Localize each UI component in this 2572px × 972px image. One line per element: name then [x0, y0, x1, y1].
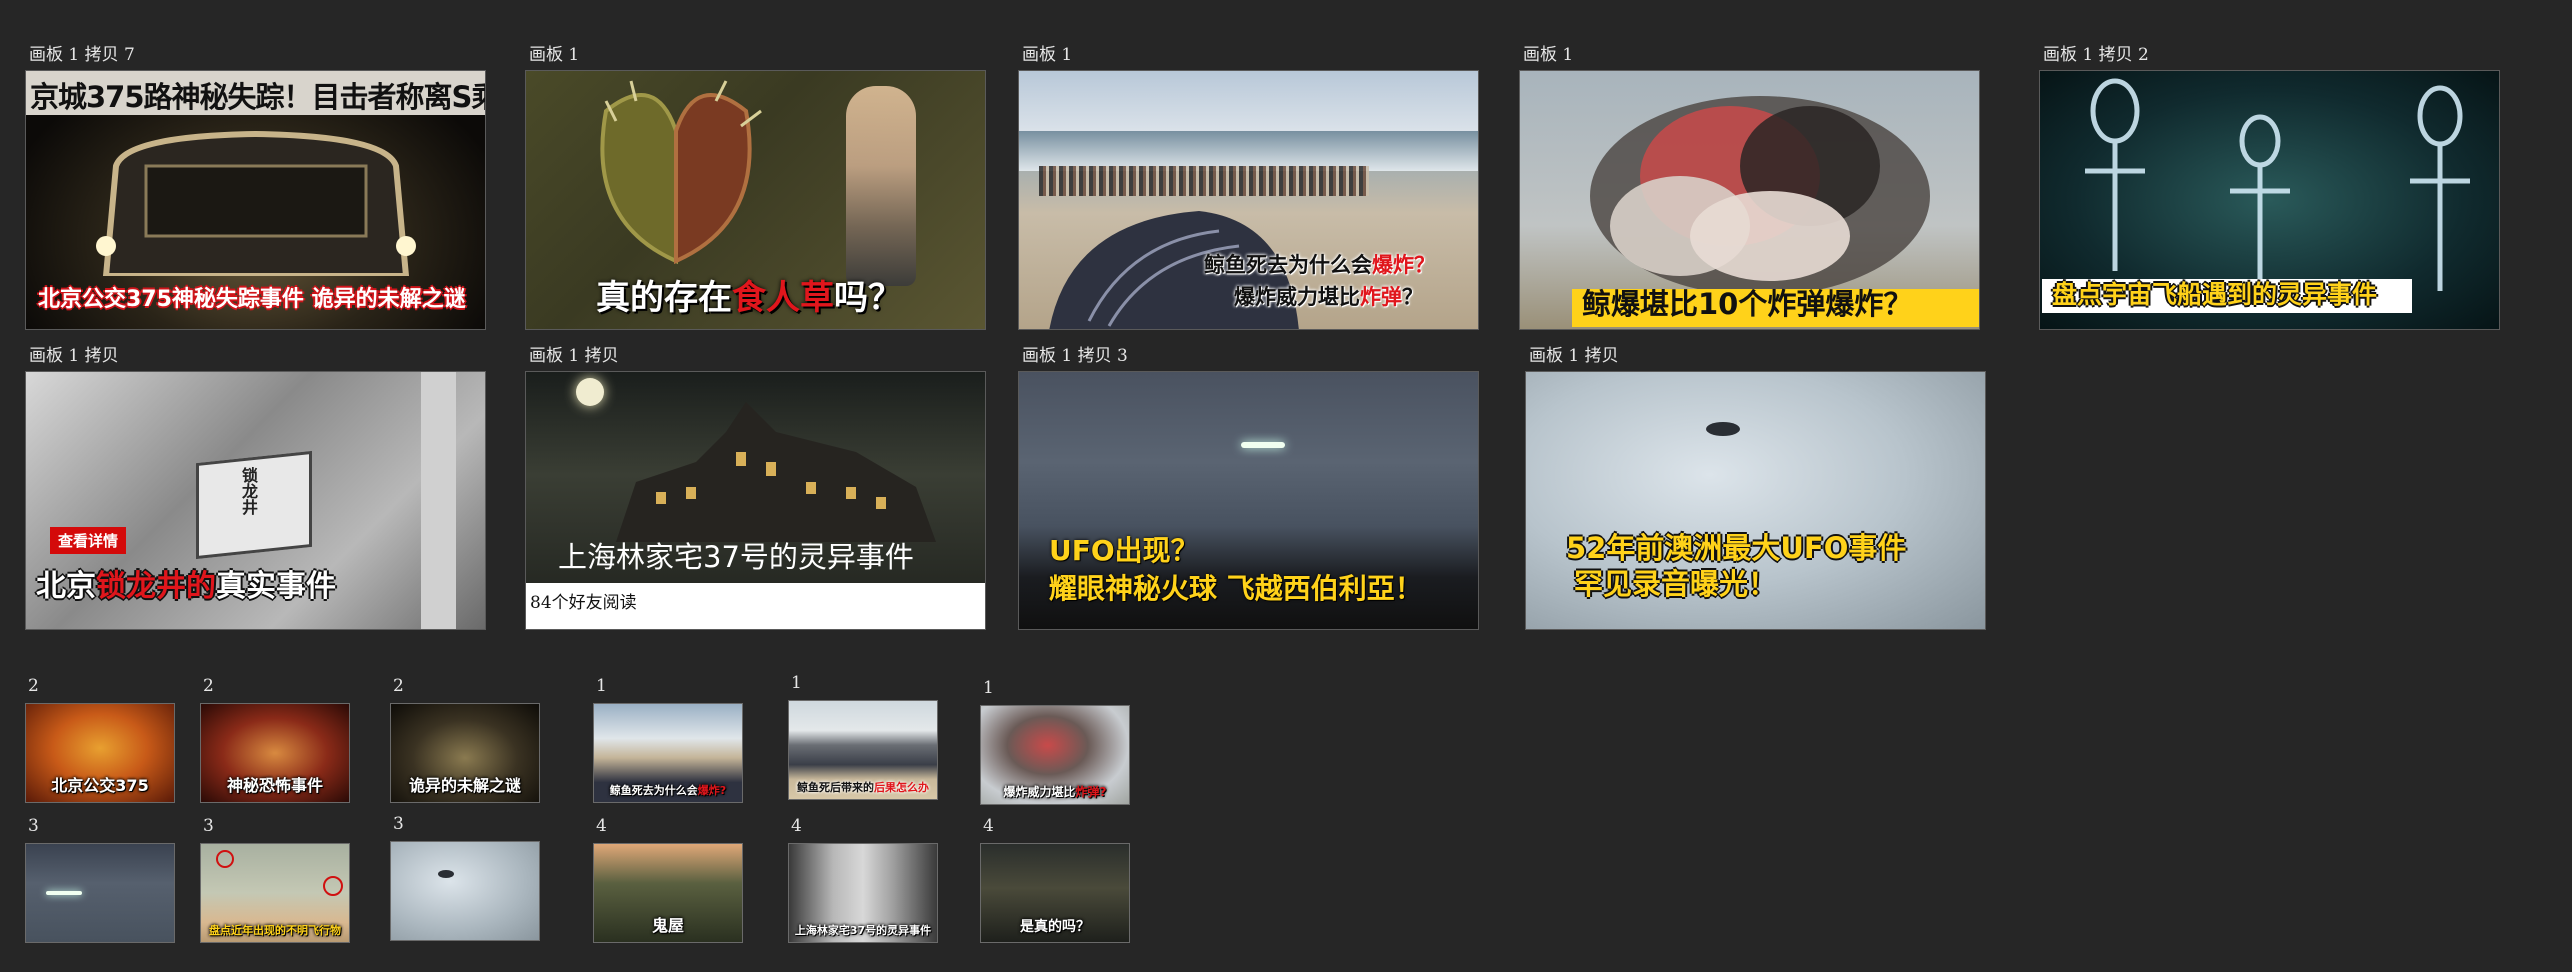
column [421, 372, 456, 629]
artboard-label: 画板 1 拷贝 3 [1022, 346, 1128, 366]
artboard-caption-line2: 爆炸威力堪比炸弹？ [1234, 285, 1423, 309]
artboard-ufo-australia[interactable]: 画板 1 拷贝 52年前澳洲最大UFO事件 罕见录音曝光！ [1525, 346, 1986, 630]
artboard-label: 画板 1 拷贝 7 [29, 45, 135, 65]
thumb-mansion-night[interactable]: 4 是真的吗？ [980, 816, 1130, 943]
artboard-caption: 北京公交375神秘失踪事件 诡异的未解之谜 [38, 287, 466, 312]
thumb-caption: 诡异的未解之谜 [408, 776, 521, 795]
explosion-illustration [1590, 96, 1930, 296]
artboard-label: 画板 1 拷贝 2 [2043, 45, 2149, 65]
thumb-number: 1 [596, 676, 607, 696]
thumb-bus-dark[interactable]: 2 诡异的未解之谜 [390, 676, 540, 803]
artboard-label: 画板 1 [1022, 45, 1073, 65]
thumb-caption: 爆炸威力堪比炸弹? [1003, 785, 1107, 799]
artboard-caption-line1: UFO出现？ [1049, 534, 1199, 567]
thumb-caption: 盘点近年出现的不明飞行物 [209, 924, 341, 937]
artboard-man-eating-plant[interactable]: 画板 1 真的存在食人草吗？ [525, 45, 986, 330]
artboard-image: 鲸鱼死去为什么会爆炸？ 爆炸威力堪比炸弹？ [1018, 70, 1479, 330]
artboard-ufo-siberia[interactable]: 画板 1 拷贝 3 UFO出现？ 耀眼神秘火球 飞越西伯利亞！ [1018, 346, 1479, 630]
stone-sign-text: 锁龙井 [239, 467, 258, 515]
thumb-number: 3 [28, 816, 39, 836]
plant-illustration [600, 80, 762, 265]
friends-read-count: 84个好友阅读 [530, 593, 637, 613]
artboard-spaceship-ghosts[interactable]: 画板 1 拷贝 2 盘点宇宙飞船遇到的灵异事件 [2039, 45, 2500, 330]
artboard-whale-explosion[interactable]: 画板 1 鲸鱼死去为什么会爆炸？ 爆炸威力堪比炸弹？ [1018, 45, 1479, 330]
bus-illustration [96, 130, 416, 276]
thumb-caption: 鲸鱼死后带来的后果怎么办 [797, 781, 929, 794]
thumb-explosion[interactable]: 1 爆炸威力堪比炸弹? [980, 678, 1130, 805]
thumb-caption: 鬼屋 [651, 916, 684, 935]
thumb-number: 1 [791, 673, 802, 693]
artboard-image: 鲸爆堪比10个炸弹爆炸？ [1519, 70, 1980, 330]
thumb-caption: 神秘恐怖事件 [226, 776, 323, 795]
artboard-image: 京城375路神秘失踪！目击者称离S乘车！ 北京公交375神秘失踪事件 诡异的未解… [25, 70, 486, 330]
thumb-number: 4 [791, 816, 802, 836]
thumb-ufo-saucer[interactable]: 3 [390, 814, 540, 941]
woman-figure [846, 86, 916, 286]
thumb-ufo-dome[interactable]: 3 盘点近年出现的不明飞行物 [200, 816, 350, 943]
artboard-image: 锁龙井 查看详情 北京锁龙井的真实事件 [25, 371, 486, 630]
thumb-number: 2 [203, 676, 214, 696]
artboard-top-title: 京城375路神秘失踪！目击者称离S乘车！ [30, 80, 485, 114]
thumb-caption: 是真的吗？ [1020, 919, 1090, 935]
mansion-illustration [616, 402, 936, 542]
artboard-image: UFO出现？ 耀眼神秘火球 飞越西伯利亞！ [1018, 371, 1479, 630]
thumb-number: 3 [393, 814, 404, 834]
moon [576, 378, 604, 406]
artboard-caption: 上海林家宅37号的灵异事件 [558, 540, 914, 574]
thumb-number: 2 [393, 676, 404, 696]
artboard-caption-line1: 鲸鱼死去为什么会爆炸？ [1204, 253, 1435, 277]
artboard-image: 上海林家宅37号的灵异事件 84个好友阅读 [525, 371, 986, 630]
artboard-caption: 真的存在食人草吗？ [596, 278, 902, 318]
artboard-label: 画板 1 [1523, 45, 1574, 65]
artboard-image: 52年前澳洲最大UFO事件 罕见录音曝光！ [1525, 371, 1986, 630]
thumb-caption: 上海林家宅37号的灵异事件 [794, 924, 932, 937]
artboard-caption: 北京锁龙井的真实事件 [36, 569, 336, 604]
artboard-label: 画板 1 [529, 45, 580, 65]
thumb-number: 4 [596, 816, 607, 836]
artboard-haunted-mansion[interactable]: 画板 1 拷贝 上海林家宅37号的灵异事件 84个好友阅读 [525, 346, 986, 630]
artboard-image: 盘点宇宙飞船遇到的灵异事件 [2039, 70, 2500, 330]
thumb-haunted-house[interactable]: 4 鬼屋 [593, 816, 743, 943]
thumb-mansion-entrance[interactable]: 4 上海林家宅37号的灵异事件 [788, 816, 938, 943]
artboard-caption-line2: 罕见录音曝光！ [1574, 567, 1778, 601]
fireball [1241, 442, 1285, 448]
thumb-number: 1 [983, 678, 994, 698]
artboard-label: 画板 1 拷贝 [29, 346, 119, 366]
thumb-number: 3 [203, 816, 214, 836]
thumb-number: 2 [28, 676, 39, 696]
red-circle-marker [216, 850, 234, 868]
thumb-bus-red[interactable]: 2 神秘恐怖事件 [200, 676, 350, 803]
thumb-whale-aftermath[interactable]: 1 鲸鱼死后带来的后果怎么办 [788, 673, 938, 800]
fireball [46, 891, 82, 895]
artboard-label: 画板 1 拷贝 [1529, 346, 1619, 366]
artboard-image: 真的存在食人草吗？ [525, 70, 986, 330]
artboard-dragon-well[interactable]: 画板 1 拷贝 锁龙井 查看详情 北京锁龙井的真实事件 [25, 346, 486, 630]
thumb-ufo-sky[interactable]: 3 [25, 816, 175, 943]
artboard-label: 画板 1 拷贝 [529, 346, 619, 366]
thumb-number: 4 [983, 816, 994, 836]
artboard-whale-blast[interactable]: 画板 1 鲸爆堪比10个炸弹爆炸？ [1519, 45, 1980, 330]
thumb-bus-orange[interactable]: 2 北京公交375 [25, 676, 175, 803]
artboard-caption: 盘点宇宙飞船遇到的灵异事件 [2052, 280, 2378, 309]
ufo-saucer [438, 870, 454, 878]
ufo-saucer [1706, 422, 1740, 436]
artboard-bus-375[interactable]: 画板 1 拷贝 7 京城375路神秘失踪！目击者称离S乘车！ 北京公交375神秘… [25, 45, 486, 330]
view-details-badge[interactable]: 查看详情 [50, 527, 127, 554]
thumb-whale-beach[interactable]: 1 鲸鱼死去为什么会爆炸? [593, 676, 743, 803]
thumb-caption: 北京公交375 [51, 776, 149, 795]
thumb-caption: 鲸鱼死去为什么会爆炸? [609, 784, 727, 797]
red-circle-marker [323, 876, 343, 896]
artboard-caption-line2: 耀眼神秘火球 飞越西伯利亞！ [1049, 572, 1423, 605]
artboard-caption: 鲸爆堪比10个炸弹爆炸？ [1582, 287, 1913, 321]
